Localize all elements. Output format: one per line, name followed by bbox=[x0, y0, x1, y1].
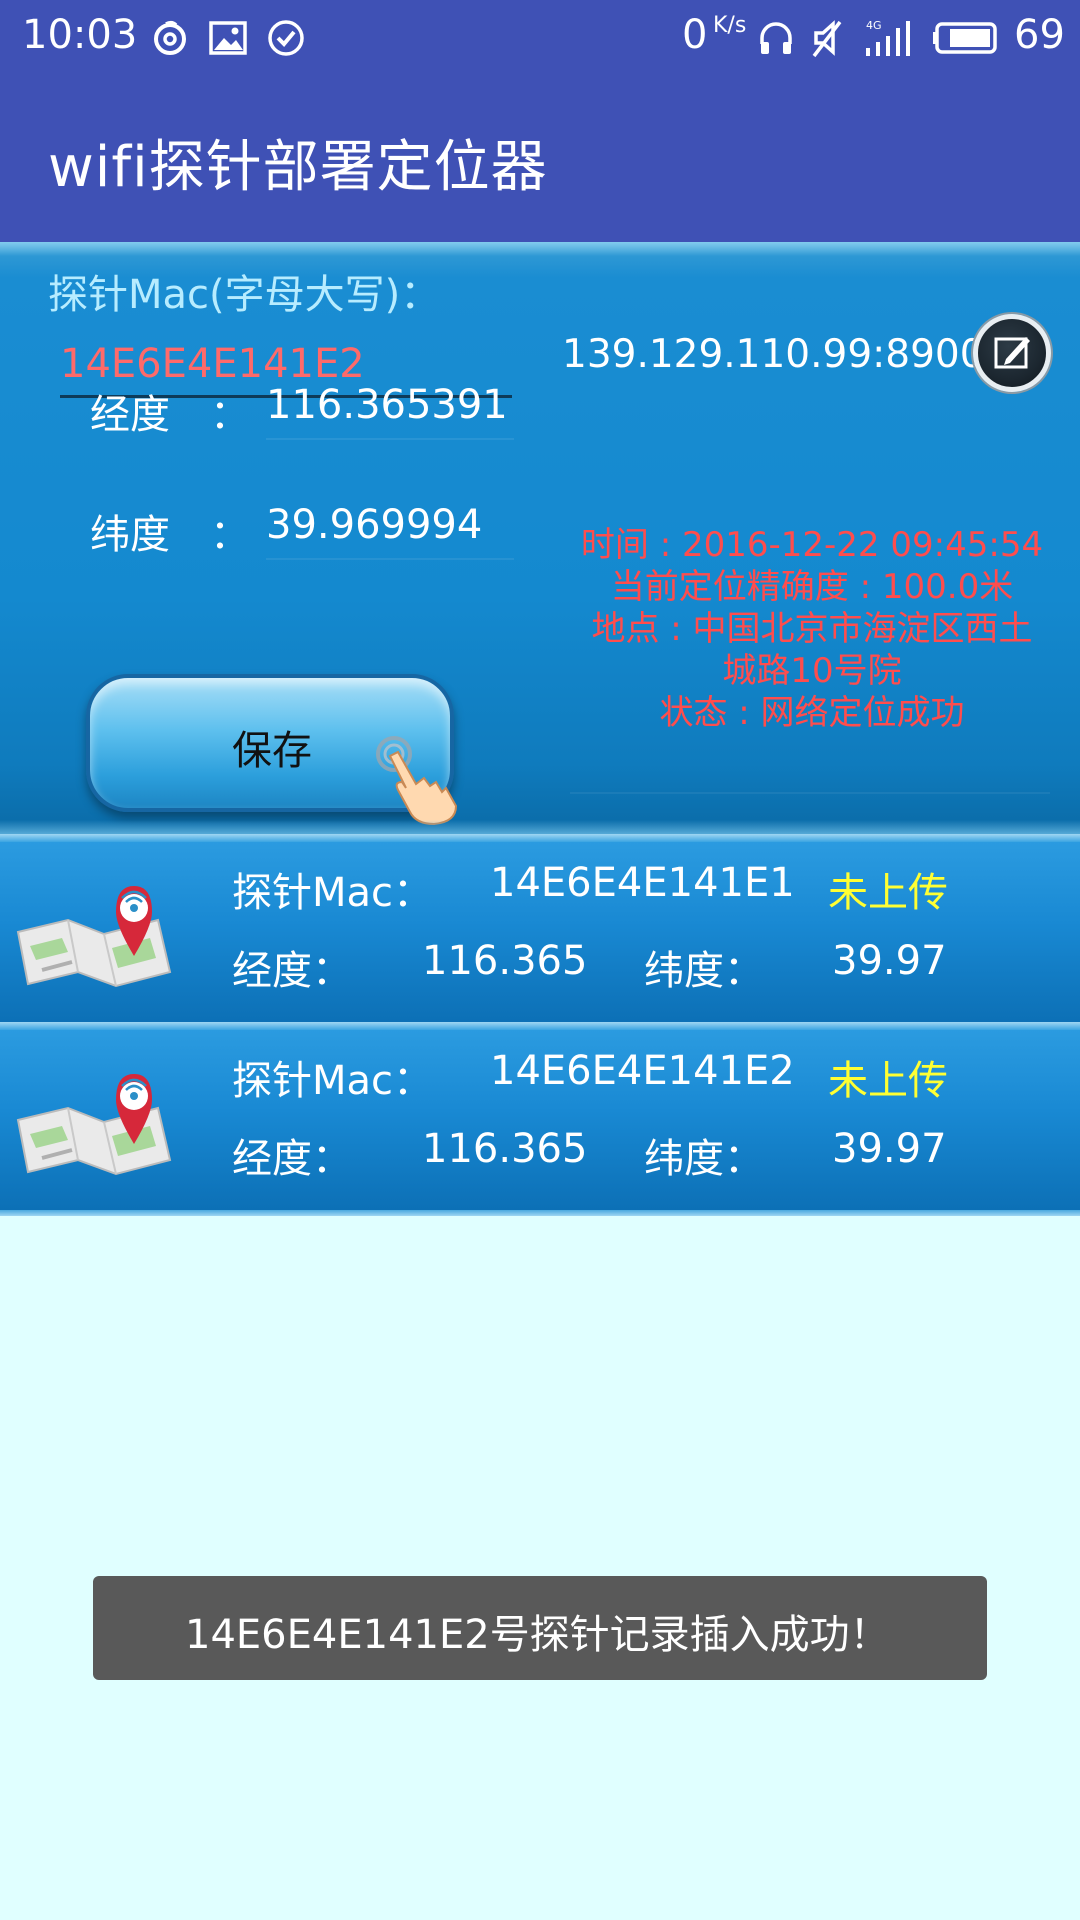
net-speed-unit: K/s bbox=[713, 13, 747, 38]
panel-top-glow bbox=[0, 242, 1080, 256]
edit-icon bbox=[994, 337, 1030, 369]
record-lat-label: 纬度： bbox=[644, 1136, 764, 1182]
record-mac-label: 探针Mac： bbox=[232, 870, 434, 916]
record-lat: 39.97 bbox=[832, 938, 947, 984]
app-bar: wifi探针部署定位器 bbox=[0, 76, 1080, 242]
location-divider bbox=[570, 792, 1050, 794]
list-separator bbox=[0, 834, 1080, 842]
signal-4g-icon: 4G bbox=[866, 19, 910, 56]
location-time: 时间 : 2016-12-22 09:45:54 bbox=[580, 525, 1044, 565]
net-speed-value: 0 bbox=[682, 12, 708, 58]
status-bar: 10:03 0 K/s 4G 69 bbox=[0, 0, 1080, 76]
record-upload-status: 未上传 bbox=[828, 1058, 948, 1104]
list-bottom-edge bbox=[0, 1210, 1080, 1216]
deploy-panel: 探针Mac(字母大写)： 139.129.110.99:8900 经度 ： 11… bbox=[0, 242, 1080, 836]
location-state: 状态 : 网络定位成功 bbox=[659, 693, 965, 733]
toast: 14E6E4E141E2号探针记录插入成功！ bbox=[93, 1576, 987, 1680]
latitude-colon: ： bbox=[210, 512, 250, 558]
record-lat-label: 纬度： bbox=[644, 948, 764, 994]
record-lng: 116.365 bbox=[422, 938, 588, 984]
record-mac-label: 探针Mac： bbox=[232, 1058, 434, 1104]
check-circle-icon bbox=[268, 20, 304, 56]
latitude-label: 纬度 bbox=[90, 512, 170, 558]
status-time: 10:03 bbox=[22, 12, 138, 58]
mute-icon bbox=[812, 20, 842, 58]
app-title: wifi探针部署定位器 bbox=[48, 135, 548, 200]
record-mac: 14E6E4E141E2 bbox=[490, 1048, 795, 1094]
svg-text:4G: 4G bbox=[866, 19, 882, 32]
location-info: 时间 : 2016-12-22 09:45:54 当前定位精确度 : 100.0… bbox=[562, 524, 1062, 734]
list-item[interactable]: 探针Mac： 14E6E4E141E1 未上传 经度： 116.365 纬度： … bbox=[0, 834, 1080, 1022]
longitude-label: 经度 bbox=[90, 392, 170, 438]
longitude-value: 116.365391 bbox=[266, 382, 514, 440]
record-lat: 39.97 bbox=[832, 1126, 947, 1172]
headphones-icon bbox=[760, 22, 792, 54]
battery-icon bbox=[933, 22, 997, 54]
netease-music-icon bbox=[154, 20, 186, 55]
toast-message: 14E6E4E141E2号探针记录插入成功！ bbox=[185, 1612, 890, 1658]
record-lng-label: 经度： bbox=[232, 948, 352, 994]
record-lng: 116.365 bbox=[422, 1126, 588, 1172]
longitude-colon: ： bbox=[210, 392, 250, 438]
record-lng-label: 经度： bbox=[232, 1136, 352, 1182]
map-pin-icon bbox=[16, 1074, 172, 1176]
location-place-line1: 地点 : 中国北京市海淀区西土 bbox=[591, 609, 1033, 649]
record-upload-status: 未上传 bbox=[828, 870, 948, 916]
edit-server-button[interactable] bbox=[973, 314, 1051, 392]
latitude-value: 39.969994 bbox=[266, 502, 514, 560]
record-mac: 14E6E4E141E1 bbox=[490, 860, 795, 906]
location-place-line2: 城路10号院 bbox=[722, 651, 902, 691]
map-pin-icon bbox=[16, 886, 172, 988]
list-item[interactable]: 探针Mac： 14E6E4E141E2 未上传 经度： 116.365 纬度： … bbox=[0, 1022, 1080, 1210]
list-separator bbox=[0, 1022, 1080, 1030]
battery-level: 69 bbox=[1014, 12, 1065, 58]
save-button-label: 保存 bbox=[232, 728, 312, 774]
image-icon bbox=[209, 21, 247, 55]
mac-label: 探针Mac(字母大写)： bbox=[48, 272, 441, 318]
location-accuracy: 当前定位精确度 : 100.0米 bbox=[610, 567, 1014, 607]
pointing-hand-icon bbox=[376, 736, 458, 826]
server-address: 139.129.110.99:8900 bbox=[562, 332, 985, 377]
